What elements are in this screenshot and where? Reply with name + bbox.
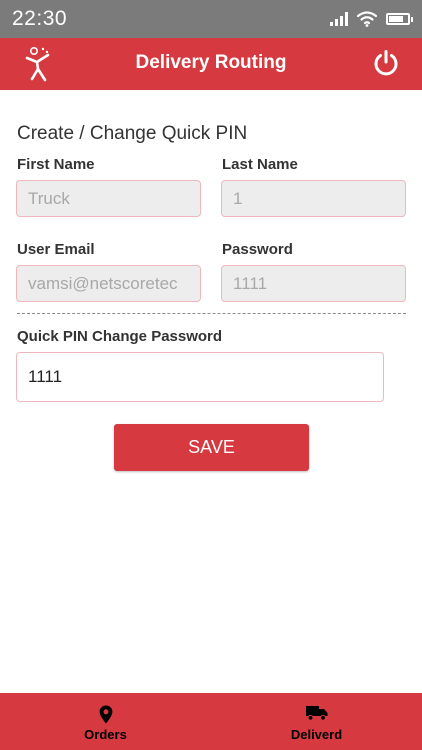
first-name-label: First Name	[17, 156, 95, 173]
quick-pin-input[interactable]	[16, 352, 384, 402]
status-bar: 22:30	[0, 0, 422, 38]
truck-icon	[305, 706, 327, 721]
nav-item-orders[interactable]: Orders	[0, 693, 211, 750]
last-name-field	[221, 180, 406, 217]
nav-label-deliverd: Deliverd	[290, 727, 343, 742]
status-icons	[330, 10, 413, 28]
app-header: Delivery Routing	[0, 38, 422, 90]
last-name-label: Last Name	[222, 156, 298, 173]
section-title: Create / Change Quick PIN	[17, 123, 248, 144]
nav-item-deliverd[interactable]: Deliverd	[211, 693, 422, 750]
save-button[interactable]: SAVE	[114, 424, 309, 471]
password-field	[221, 265, 406, 302]
first-name-field	[16, 180, 201, 217]
divider	[17, 313, 406, 314]
power-icon[interactable]	[372, 49, 400, 77]
status-time: 22:30	[12, 7, 68, 30]
quick-pin-label: Quick PIN Change Password	[17, 328, 223, 345]
bottom-nav: Orders Deliverd	[0, 693, 422, 750]
map-pin-icon	[99, 705, 112, 724]
cellular-signal-icon	[330, 12, 348, 26]
user-email-label: User Email	[17, 241, 95, 258]
battery-icon	[386, 13, 413, 25]
app-title: Delivery Routing	[135, 52, 287, 73]
nav-label-orders: Orders	[84, 727, 127, 742]
password-label: Password	[222, 241, 293, 258]
wifi-icon	[357, 11, 377, 27]
user-email-field	[16, 265, 201, 302]
